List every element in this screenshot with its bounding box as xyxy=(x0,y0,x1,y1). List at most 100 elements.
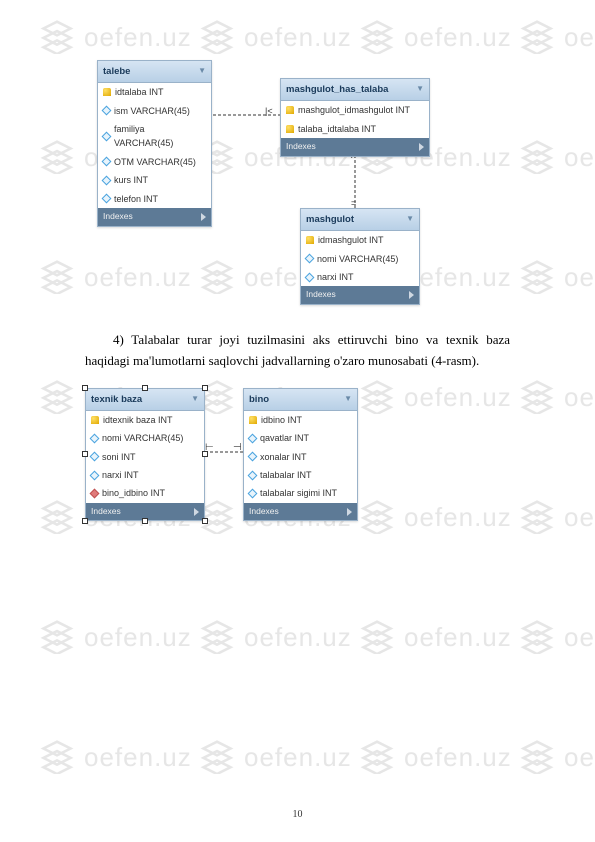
selection-handle xyxy=(82,451,88,457)
watermark: oefen.uz xyxy=(200,620,352,654)
column-icon xyxy=(102,131,112,141)
collapse-icon: ▼ xyxy=(344,393,352,406)
watermark: oefen.uz xyxy=(520,620,595,654)
cardinality-mark: ⊣ xyxy=(233,440,242,456)
column-label: mashgulot_idmashgulot INT xyxy=(298,103,410,117)
table-texnik-baza: texnik baza ▼ idtexnik baza INT nomi VARC… xyxy=(85,388,205,522)
table-column: telefon INT xyxy=(98,190,211,208)
page-number: 10 xyxy=(0,809,595,820)
table-footer: Indexes xyxy=(301,286,419,304)
table-title: mashgulot_has_talaba xyxy=(286,82,388,97)
primary-key-icon xyxy=(91,416,99,424)
table-column: bino_idbino INT xyxy=(86,484,204,502)
column-icon xyxy=(90,470,100,480)
cardinality-mark: |< xyxy=(265,104,273,118)
column-icon xyxy=(102,157,112,167)
column-icon xyxy=(102,106,112,116)
table-body: idtalaba INT ism VARCHAR(45)familiya VARC… xyxy=(98,83,211,208)
table-body: mashgulot_idmashgulot INT talaba_idtalaba… xyxy=(281,101,429,138)
watermark: oefen.uz xyxy=(40,620,192,654)
collapse-icon: ▼ xyxy=(198,65,206,78)
collapse-icon: ▼ xyxy=(406,213,414,226)
table-title: mashgulot xyxy=(306,212,354,227)
column-label: talabalar INT xyxy=(260,468,312,482)
expand-icon xyxy=(409,291,414,299)
table-column: soni INT xyxy=(86,448,204,466)
table-column: familiya VARCHAR(45) xyxy=(98,120,211,153)
table-header: talebe ▼ xyxy=(98,61,211,83)
primary-key-icon xyxy=(103,88,111,96)
collapse-icon: ▼ xyxy=(416,83,424,96)
table-body: idbino INT qavatlar INT xonalar INT talabal… xyxy=(244,411,357,503)
table-mashgulot-has-talaba: mashgulot_has_talaba ▼ mashgulot_idmashg… xyxy=(280,78,430,157)
column-icon xyxy=(248,489,258,499)
table-column: ism VARCHAR(45) xyxy=(98,102,211,120)
column-icon xyxy=(248,433,258,443)
expand-icon xyxy=(194,508,199,516)
column-icon xyxy=(90,452,100,462)
table-body: idmashgulot INT nomi VARCHAR(45) narxi INT xyxy=(301,231,419,286)
watermark: oefen.uz xyxy=(520,740,595,774)
column-icon xyxy=(90,433,100,443)
table-column: talabalar INT xyxy=(244,466,357,484)
watermark: oefen.uz xyxy=(360,740,512,774)
column-label: telefon INT xyxy=(114,192,158,206)
expand-icon xyxy=(419,143,424,151)
column-icon xyxy=(248,470,258,480)
watermark: oefen.uz xyxy=(360,620,512,654)
table-title: texnik baza xyxy=(91,392,142,407)
table-column: idbino INT xyxy=(244,411,357,429)
selection-handle xyxy=(142,518,148,524)
table-column: idmashgulot INT xyxy=(301,231,419,249)
table-title: talebe xyxy=(103,64,130,79)
table-footer: Indexes xyxy=(98,208,211,226)
table-footer: Indexes xyxy=(281,138,429,156)
selection-handle xyxy=(82,518,88,524)
er-diagram-1: |< ∧ = talebe ▼ idtalaba INTism VARCHAR(… xyxy=(85,60,510,320)
column-label: nomi VARCHAR(45) xyxy=(102,431,183,445)
column-icon xyxy=(102,194,112,204)
table-header: texnik baza ▼ xyxy=(86,389,204,411)
table-footer: Indexes xyxy=(244,503,357,521)
column-icon xyxy=(305,254,315,264)
column-label: talabalar sigimi INT xyxy=(260,486,337,500)
table-header: bino ▼ xyxy=(244,389,357,411)
column-icon xyxy=(248,452,258,462)
column-label: OTM VARCHAR(45) xyxy=(114,155,196,169)
table-column: idtexnik baza INT xyxy=(86,411,204,429)
selection-handle xyxy=(202,385,208,391)
column-icon xyxy=(102,175,112,185)
column-label: bino_idbino INT xyxy=(102,486,165,500)
column-label: idmashgulot INT xyxy=(318,233,384,247)
primary-key-icon xyxy=(286,125,294,133)
primary-key-icon xyxy=(249,416,257,424)
table-mashgulot: mashgulot ▼ idmashgulot INT nomi VARCHAR(… xyxy=(300,208,420,305)
column-label: xonalar INT xyxy=(260,450,307,464)
primary-key-icon xyxy=(286,106,294,114)
table-talebe: talebe ▼ idtalaba INT ism VARCHAR(45)fami… xyxy=(97,60,212,227)
table-column: idtalaba INT xyxy=(98,83,211,101)
column-label: kurs INT xyxy=(114,173,148,187)
selection-handle xyxy=(202,518,208,524)
table-column: OTM VARCHAR(45) xyxy=(98,153,211,171)
table-column: talaba_idtalaba INT xyxy=(281,120,429,138)
column-label: idbino INT xyxy=(261,413,302,427)
table-header: mashgulot ▼ xyxy=(301,209,419,231)
watermark: oefen.uz xyxy=(200,740,352,774)
column-label: narxi INT xyxy=(317,270,354,284)
column-label: idtalaba INT xyxy=(115,85,164,99)
column-label: nomi VARCHAR(45) xyxy=(317,252,398,266)
table-title: bino xyxy=(249,392,269,407)
column-label: idtexnik baza INT xyxy=(103,413,173,427)
column-label: qavatlar INT xyxy=(260,431,309,445)
collapse-icon: ▼ xyxy=(191,393,199,406)
paragraph-text: 4) Talabalar turar joyi tuzilmasini aks … xyxy=(85,330,510,372)
table-column: narxi INT xyxy=(301,268,419,286)
column-icon xyxy=(305,272,315,282)
foreign-key-icon xyxy=(90,489,100,499)
er-diagram-2: ⊢ ⊣ texnik baza ▼ idtexnik baza INTnomi … xyxy=(85,382,510,562)
selection-handle xyxy=(82,385,88,391)
expand-icon xyxy=(347,508,352,516)
primary-key-icon xyxy=(306,236,314,244)
table-column: kurs INT xyxy=(98,171,211,189)
